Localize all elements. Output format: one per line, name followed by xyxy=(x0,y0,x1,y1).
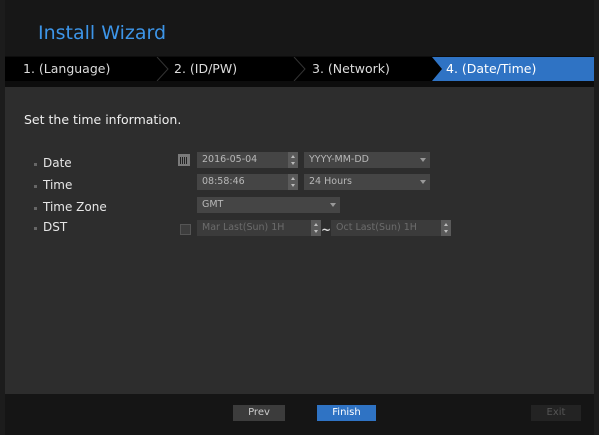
time-format-value: 24 Hours xyxy=(309,176,352,187)
time-spinner[interactable] xyxy=(288,174,298,190)
chevron-down-icon xyxy=(420,180,426,184)
content-panel: Set the time information. Date 2016-05-0… xyxy=(5,87,594,394)
install-wizard-window: Install Wizard 1. (Language) 2. (ID/PW) … xyxy=(5,0,594,435)
dst-end-input[interactable]: Oct Last(Sun) 1H xyxy=(331,220,441,236)
chevron-down-icon xyxy=(420,158,426,162)
date-format-select[interactable]: YYYY-MM-DD xyxy=(304,152,430,168)
bullet-icon xyxy=(34,163,37,166)
date-input[interactable]: 2016-05-04 xyxy=(197,152,288,168)
step-language: 1. (Language) xyxy=(23,61,111,76)
time-label-text: Time xyxy=(43,178,73,192)
timezone-label: Time Zone xyxy=(34,200,107,214)
step-separator-icon xyxy=(293,57,307,81)
date-label: Date xyxy=(34,156,72,170)
date-spinner[interactable] xyxy=(288,152,298,168)
step-separator-icon xyxy=(156,57,170,81)
calendar-icon[interactable] xyxy=(178,154,190,166)
dst-start-input[interactable]: Mar Last(Sun) 1H xyxy=(197,220,311,236)
dst-label-text: DST xyxy=(43,220,68,234)
chevron-down-icon xyxy=(330,203,336,207)
step-network: 3. (Network) xyxy=(312,61,390,76)
time-label: Time xyxy=(34,178,73,192)
bullet-icon xyxy=(34,185,37,188)
prev-button[interactable]: Prev xyxy=(233,405,285,421)
bullet-icon xyxy=(34,227,37,230)
title-bar: Install Wizard xyxy=(5,0,594,56)
dst-range-separator: ~ xyxy=(321,223,332,237)
exit-button[interactable]: Exit xyxy=(531,405,581,421)
timezone-value: GMT xyxy=(202,199,224,210)
step-datetime: 4. (Date/Time) xyxy=(432,57,594,81)
time-format-select[interactable]: 24 Hours xyxy=(304,174,430,190)
timezone-select[interactable]: GMT xyxy=(197,197,340,213)
bullet-icon xyxy=(34,207,37,210)
date-format-value: YYYY-MM-DD xyxy=(309,154,369,165)
step-idpw: 2. (ID/PW) xyxy=(174,61,238,76)
wizard-title: Install Wizard xyxy=(38,22,167,44)
section-heading: Set the time information. xyxy=(24,112,182,127)
date-label-text: Date xyxy=(43,156,72,170)
dst-checkbox[interactable] xyxy=(180,224,191,235)
dst-end-spinner[interactable] xyxy=(441,220,451,236)
footer-bar: Prev Finish Exit xyxy=(5,394,594,435)
finish-button[interactable]: Finish xyxy=(317,405,376,421)
dst-label: DST xyxy=(34,220,68,234)
dst-start-spinner[interactable] xyxy=(311,220,321,236)
timezone-label-text: Time Zone xyxy=(43,200,107,214)
time-input[interactable]: 08:58:46 xyxy=(197,174,288,190)
wizard-steps: 1. (Language) 2. (ID/PW) 3. (Network) 4.… xyxy=(5,57,594,81)
